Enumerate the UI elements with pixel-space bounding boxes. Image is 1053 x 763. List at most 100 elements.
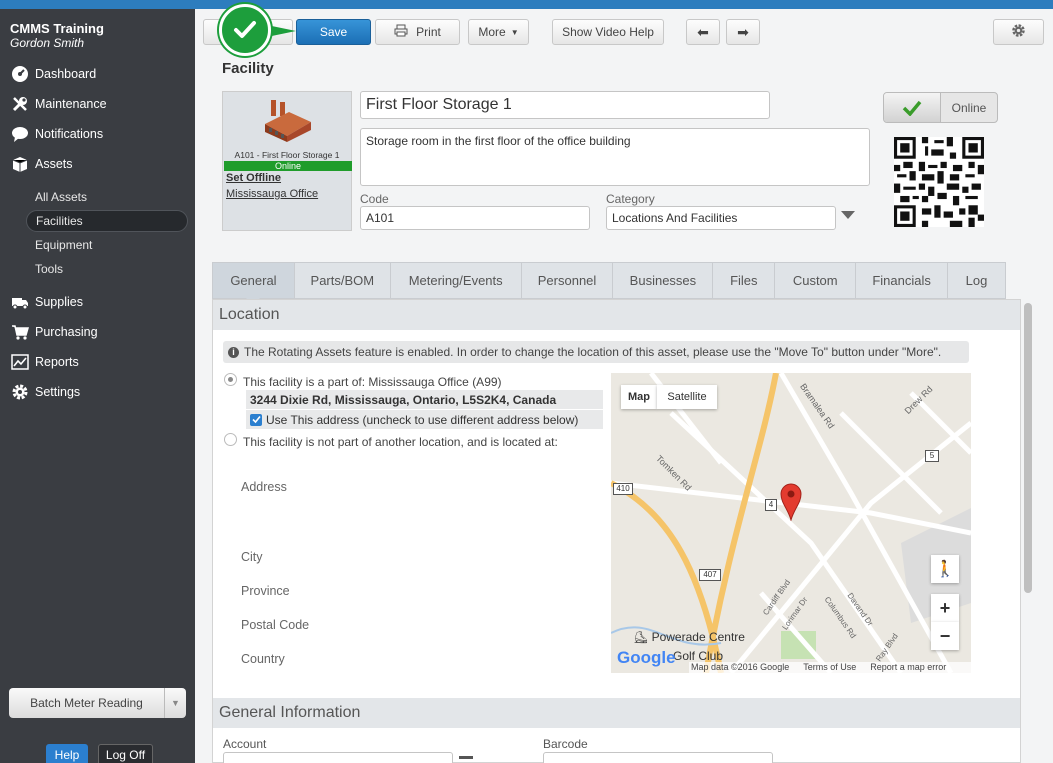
print-label: Print — [416, 25, 441, 39]
account-lookup-icon[interactable] — [459, 756, 473, 759]
map-type-satellite-button[interactable]: Satellite — [657, 385, 717, 409]
more-label: More — [478, 25, 506, 39]
use-address-checkbox[interactable] — [250, 413, 262, 426]
org-name: CMMS Training — [10, 21, 104, 36]
dashboard-icon — [10, 65, 30, 83]
gear-icon — [10, 383, 30, 401]
map-type-map-button[interactable]: Map — [621, 385, 657, 409]
facility-name-input[interactable]: First Floor Storage 1 — [360, 91, 770, 119]
description-textarea[interactable]: Storage room in the first floor of the o… — [360, 128, 870, 186]
nav-label: Dashboard — [35, 67, 97, 81]
nav-purchasing[interactable]: Purchasing — [0, 319, 195, 345]
use-address-row: Use This address (uncheck to use differe… — [246, 410, 603, 429]
user-name: Gordon Smith — [10, 36, 85, 50]
nav-label: Settings — [35, 385, 81, 399]
check-icon — [884, 93, 941, 122]
status-badge: Online — [224, 161, 352, 171]
tab-personnel[interactable]: Personnel — [521, 263, 614, 298]
log-off-button[interactable]: Log Off — [98, 744, 153, 763]
golf-label: Golf Club — [673, 649, 724, 663]
google-logo: Google — [617, 648, 676, 667]
next-record-button[interactable]: ➡ — [726, 19, 760, 45]
speech-bubble-icon — [10, 125, 30, 143]
nav-label: Maintenance — [35, 97, 107, 111]
code-input[interactable]: A101 — [360, 206, 590, 230]
facility-image-card: A101 - First Floor Storage 1 Online Set … — [222, 91, 352, 231]
option-part-of-label: This facility is a part of: Mississauga … — [243, 375, 502, 389]
sidebar-item-facilities[interactable]: Facilities — [26, 210, 188, 232]
tab-files[interactable]: Files — [713, 263, 776, 298]
tab-parts-bom[interactable]: Parts/BOM — [294, 263, 391, 298]
info-icon: i — [228, 346, 239, 358]
account-label: Account — [223, 737, 267, 751]
parent-address: 3244 Dixie Rd, Mississauga, Ontario, L5S… — [246, 390, 603, 409]
nav-supplies[interactable]: Supplies — [0, 289, 195, 315]
nav-maintenance[interactable]: Maintenance — [0, 91, 195, 117]
nav-dashboard[interactable]: Dashboard — [0, 61, 195, 87]
tab-businesses[interactable]: Businesses — [613, 263, 714, 298]
more-dropdown-button[interactable]: More ▼ — [468, 19, 529, 45]
arrow-right-icon: ➡ — [737, 23, 749, 40]
help-button[interactable]: Help — [46, 744, 88, 763]
wrench-icon — [10, 95, 30, 113]
sidebar-item-equipment[interactable]: Equipment — [26, 234, 188, 256]
online-toggle[interactable]: Online — [883, 92, 998, 123]
tab-metering-events[interactable]: Metering/Events — [390, 263, 522, 298]
sidebar-item-all-assets[interactable]: All Assets — [26, 186, 188, 208]
general-panel: Location i The Rotating Assets feature i… — [212, 299, 1021, 763]
account-input[interactable] — [223, 752, 453, 763]
tab-bar: General Parts/BOM Metering/Events Person… — [212, 262, 1006, 299]
sidebar: CMMS Training Gordon Smith Dashboard Mai… — [0, 9, 195, 763]
batch-label: Batch Meter Reading — [30, 696, 143, 710]
tab-financials[interactable]: Financials — [856, 263, 949, 298]
set-offline-link[interactable]: Set Offline — [226, 172, 281, 184]
zoom-out-button[interactable]: − — [931, 622, 959, 650]
batch-meter-reading-button[interactable]: Batch Meter Reading ▼ — [9, 688, 186, 718]
place-icon: ⛸ — [633, 630, 652, 644]
standalone-location-radio[interactable] — [224, 433, 237, 446]
print-button[interactable]: Print — [375, 19, 460, 45]
show-video-help-button[interactable]: Show Video Help — [552, 19, 664, 45]
highway-shield: 5 — [925, 450, 939, 462]
zoom-in-button[interactable]: + — [931, 594, 959, 622]
factory-icon — [263, 98, 313, 145]
street-view-pegman-icon[interactable]: 🚶 — [931, 555, 959, 583]
nav-assets[interactable]: Assets — [0, 151, 195, 177]
province-label: Province — [241, 584, 290, 598]
nav-label: Reports — [35, 355, 79, 369]
location-map[interactable]: Map Satellite Bramalea Rd Drew Rd Tomken… — [611, 373, 971, 673]
nav-settings[interactable]: Settings — [0, 379, 195, 405]
tab-custom[interactable]: Custom — [775, 263, 857, 298]
nav-notifications[interactable]: Notifications — [0, 121, 195, 147]
saved-check-icon — [219, 4, 271, 56]
sub-label: Facilities — [36, 214, 83, 228]
barcode-label: Barcode — [543, 737, 588, 751]
scrollbar-thumb[interactable] — [1024, 303, 1032, 593]
map-footer: Map data ©2016 Google Terms of Use Repor… — [689, 662, 971, 673]
printer-icon — [394, 24, 408, 40]
barcode-input[interactable] — [543, 752, 773, 763]
country-label: Country — [241, 652, 285, 666]
qr-code — [894, 137, 984, 227]
category-select[interactable]: Locations And Facilities — [606, 206, 836, 230]
category-dropdown-icon[interactable] — [841, 211, 855, 219]
tab-general[interactable]: General — [213, 263, 295, 298]
chevron-down-icon[interactable]: ▼ — [164, 688, 186, 718]
nav-reports[interactable]: Reports — [0, 349, 195, 375]
sidebar-item-tools[interactable]: Tools — [26, 258, 188, 280]
use-address-label: Use This address (uncheck to use differe… — [266, 412, 579, 427]
gear-icon — [1011, 23, 1026, 41]
part-of-location-radio[interactable] — [224, 373, 237, 386]
panel-scrollbar[interactable] — [1022, 300, 1035, 760]
code-label: Code — [360, 192, 389, 206]
tab-log[interactable]: Log — [948, 263, 1005, 298]
previous-record-button[interactable]: ⬅ — [686, 19, 720, 45]
chart-icon — [10, 353, 30, 371]
terms-link[interactable]: Terms of Use — [803, 662, 856, 673]
report-error-link[interactable]: Report a map error — [870, 662, 946, 673]
parent-location-link[interactable]: Mississauga Office — [226, 188, 318, 200]
cart-icon — [10, 323, 30, 341]
save-button[interactable]: Save — [296, 19, 371, 45]
highway-shield: 407 — [699, 569, 721, 581]
settings-gear-button[interactable] — [993, 19, 1044, 45]
